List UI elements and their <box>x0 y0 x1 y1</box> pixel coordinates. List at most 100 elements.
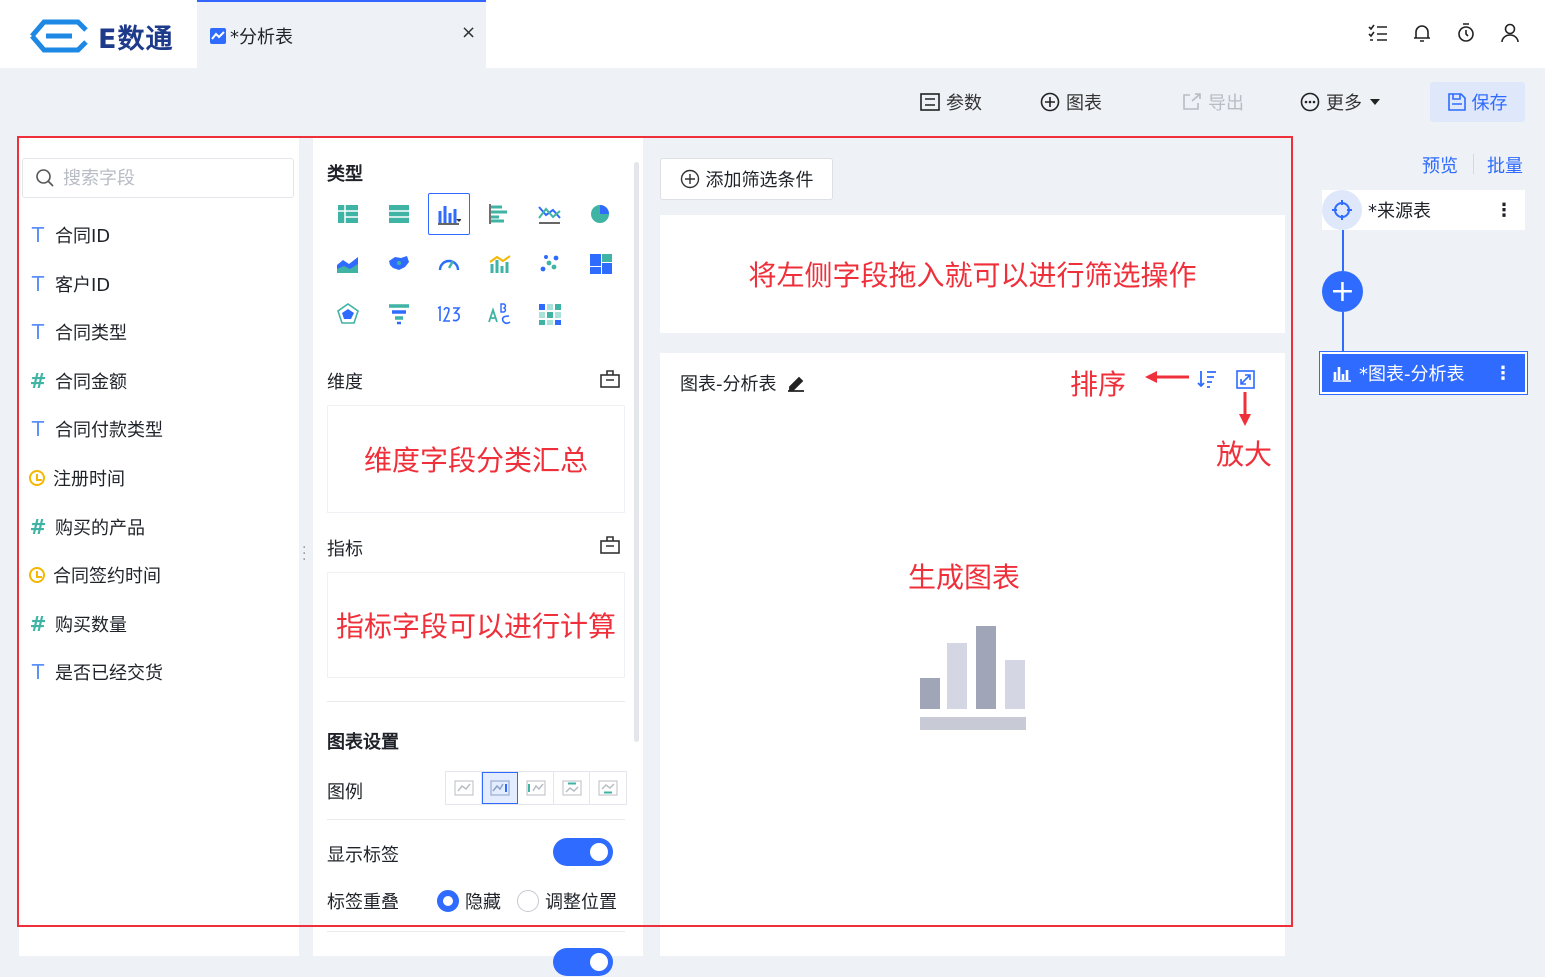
field-item[interactable]: 注册时间 <box>29 463 125 493</box>
maximize-icon[interactable] <box>1236 370 1255 389</box>
legend-none-icon[interactable] <box>446 772 482 804</box>
hide-radio[interactable] <box>437 890 459 912</box>
dimension-label: 维度 <box>327 372 363 393</box>
number-type-icon: # <box>29 514 47 539</box>
legend-bottom-icon[interactable] <box>590 772 626 804</box>
config-scrollbar[interactable] <box>634 162 639 742</box>
export-button[interactable]: 导出 <box>1182 84 1244 120</box>
params-button[interactable]: 参数 <box>920 84 982 120</box>
chart-canvas: 图表-分析表 排序 放大 生成图表 <box>660 353 1285 956</box>
analysis-tab-icon <box>210 28 226 44</box>
field-label: 合同金额 <box>55 371 127 393</box>
scatter-chart-icon[interactable] <box>529 243 571 285</box>
field-label: 是否已经交货 <box>55 663 163 685</box>
column-chart-icon <box>1333 367 1351 382</box>
toolbar: 参数 图表 导出 更多 保存 <box>0 68 1545 134</box>
adjust-radio[interactable] <box>517 890 539 912</box>
text-type-icon: T <box>31 271 45 296</box>
legend-top-icon[interactable] <box>554 772 590 804</box>
search-icon <box>36 169 54 187</box>
preview-link[interactable]: 预览 <box>1422 152 1458 178</box>
sort-icon[interactable] <box>1197 369 1217 389</box>
empty-chart-placeholder-icon <box>920 626 1026 730</box>
bell-icon[interactable] <box>1411 22 1433 44</box>
more-circle-icon <box>1300 92 1320 112</box>
close-icon[interactable]: × <box>461 22 476 43</box>
kpi-number-icon[interactable] <box>428 293 470 335</box>
legend-left-icon[interactable] <box>518 772 554 804</box>
flow-panel: 预览 批量 *来源表 ⋮ + *图表-分析表 ⋮ <box>1300 138 1545 977</box>
bar-chart-icon[interactable] <box>479 193 521 235</box>
chart-node-label: *图表-分析表 <box>1359 364 1465 385</box>
top-bar: E数通 *分析表 × <box>0 0 1545 68</box>
show-label-toggle[interactable] <box>553 838 613 866</box>
app-logo[interactable]: E数通 <box>26 16 173 56</box>
field-item[interactable]: # 购买数量 <box>29 609 127 639</box>
field-item[interactable]: 合同签约时间 <box>29 560 161 590</box>
resize-handle[interactable]: · · · <box>302 541 306 567</box>
column-chart-icon[interactable] <box>428 193 470 235</box>
field-item[interactable]: T 是否已经交货 <box>29 657 163 687</box>
caret-down-icon <box>1370 99 1380 105</box>
detail-table-chart-icon[interactable] <box>378 193 420 235</box>
field-item[interactable]: # 合同金额 <box>29 366 127 396</box>
number-type-icon: # <box>29 368 47 393</box>
more-vertical-icon[interactable]: ⋮ <box>1495 200 1513 221</box>
divider <box>327 819 625 820</box>
search-box[interactable] <box>22 158 294 198</box>
field-item[interactable]: T 合同付款类型 <box>29 414 163 444</box>
tab-analysis[interactable]: *分析表 × <box>197 0 486 68</box>
add-node-button[interactable]: + <box>1322 271 1363 312</box>
task-list-icon[interactable] <box>1367 22 1389 44</box>
line-chart-icon[interactable] <box>529 193 571 235</box>
source-table-node[interactable]: *来源表 ⋮ <box>1322 190 1525 230</box>
field-item[interactable]: # 购买的产品 <box>29 512 145 542</box>
filter-dropzone[interactable]: 将左侧字段拖入就可以进行筛选操作 <box>660 215 1285 333</box>
funnel-chart-icon[interactable] <box>378 293 420 335</box>
treemap-chart-icon[interactable] <box>580 243 622 285</box>
dimension-settings-icon[interactable] <box>600 370 620 388</box>
combo-chart-icon[interactable] <box>479 243 521 285</box>
gauge-chart-icon[interactable] <box>428 243 470 285</box>
save-button[interactable]: 保存 <box>1430 82 1525 122</box>
more-button[interactable]: 更多 <box>1300 84 1382 120</box>
area-chart-icon[interactable] <box>327 243 369 285</box>
text-type-icon: T <box>31 320 45 345</box>
map-chart-icon[interactable] <box>378 243 420 285</box>
field-item[interactable]: T 客户ID <box>29 269 110 299</box>
metric-settings-icon[interactable] <box>600 536 620 554</box>
edit-icon[interactable] <box>787 374 805 392</box>
chart-button[interactable]: 图表 <box>1040 84 1102 120</box>
arrow-down-annotation <box>1239 392 1251 426</box>
cut-off-toggle[interactable] <box>553 948 613 976</box>
pivot-table-chart-icon[interactable] <box>327 193 369 235</box>
field-label: 合同签约时间 <box>53 566 161 588</box>
field-item[interactable]: T 合同类型 <box>29 317 127 347</box>
number-type-icon: # <box>29 611 47 636</box>
radar-chart-icon[interactable] <box>327 293 369 335</box>
add-filter-button[interactable]: 添加筛选条件 <box>660 158 833 200</box>
date-type-icon <box>29 470 45 486</box>
sort-annotation: 排序 <box>1070 368 1127 401</box>
chart-settings-title: 图表设置 <box>327 732 399 753</box>
divider <box>327 931 625 932</box>
chart-analysis-node[interactable]: *图表-分析表 ⋮ <box>1320 352 1527 394</box>
field-item[interactable]: T 合同ID <box>29 220 110 250</box>
heatmap-chart-icon[interactable] <box>529 293 571 335</box>
batch-link[interactable]: 批量 <box>1487 152 1523 178</box>
word-cloud-icon[interactable] <box>479 293 521 335</box>
text-type-icon: T <box>31 417 45 442</box>
dimension-dropzone[interactable]: 维度字段分类汇总 <box>327 405 625 513</box>
chart-type-grid <box>327 193 627 335</box>
arrow-left-annotation <box>1145 371 1189 383</box>
flow-connector <box>1342 230 1344 271</box>
more-vertical-icon[interactable]: ⋮ <box>1494 363 1512 384</box>
field-label: 合同类型 <box>55 323 127 345</box>
user-icon[interactable] <box>1499 22 1521 44</box>
pie-chart-icon[interactable] <box>580 193 622 235</box>
timer-icon[interactable] <box>1455 22 1477 44</box>
search-input[interactable] <box>63 167 263 189</box>
metric-dropzone[interactable]: 指标字段可以进行计算 <box>327 572 625 678</box>
legend-right-icon[interactable] <box>482 772 518 804</box>
chart-label: 图表 <box>1066 93 1102 114</box>
